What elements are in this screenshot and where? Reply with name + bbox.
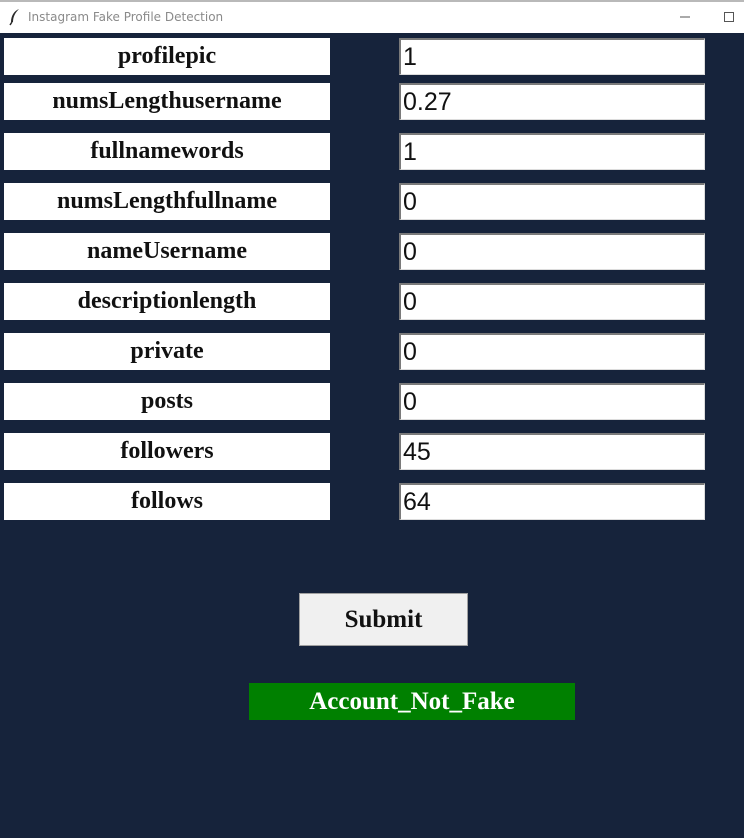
field-label-posts: posts: [4, 383, 330, 420]
feather-icon: [8, 8, 22, 26]
maximize-icon: [724, 12, 734, 22]
profilepic-input[interactable]: [399, 38, 705, 75]
descriptionlength-input[interactable]: [399, 283, 705, 320]
numslengthusername-input[interactable]: [399, 83, 705, 120]
field-label-descriptionlength: descriptionlength: [4, 283, 330, 320]
field-label-nameusername: nameUsername: [4, 233, 330, 270]
field-label-follows: follows: [4, 483, 330, 520]
window-title: Instagram Fake Profile Detection: [28, 10, 224, 24]
nameusername-input[interactable]: [399, 233, 705, 270]
field-label-numslengthusername: numsLengthusername: [4, 83, 330, 120]
maximize-button[interactable]: [714, 6, 744, 28]
posts-input[interactable]: [399, 383, 705, 420]
window-titlebar: Instagram Fake Profile Detection: [0, 0, 744, 33]
followers-input[interactable]: [399, 433, 705, 470]
numslengthfullname-input[interactable]: [399, 183, 705, 220]
fullnamewords-input[interactable]: [399, 133, 705, 170]
private-input[interactable]: [399, 333, 705, 370]
field-label-numslengthfullname: numsLengthfullname: [4, 183, 330, 220]
field-label-fullnamewords: fullnamewords: [4, 133, 330, 170]
minimize-button[interactable]: [670, 6, 700, 28]
prediction-result: Account_Not_Fake: [249, 683, 575, 720]
minimize-icon: [680, 16, 690, 18]
submit-button[interactable]: Submit: [299, 593, 468, 646]
follows-input[interactable]: [399, 483, 705, 520]
field-label-followers: followers: [4, 433, 330, 470]
field-label-private: private: [4, 333, 330, 370]
field-label-profilepic: profilepic: [4, 38, 330, 75]
